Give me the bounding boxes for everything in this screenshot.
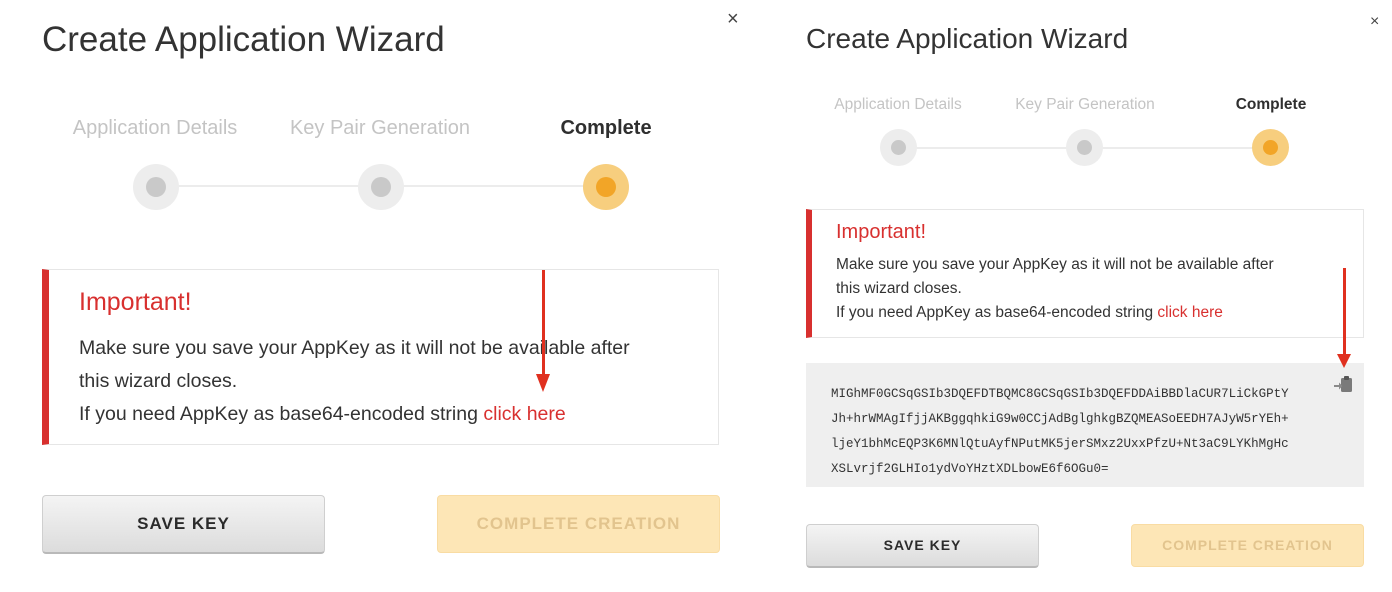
appkey-text[interactable]: MIGhMF0GCSqGSIb3DQEFDTBQMC8GCSqGSIb3DQEF… bbox=[831, 382, 1289, 482]
important-notice: Important! Make sure you save your AppKe… bbox=[806, 209, 1364, 338]
appkey-line: ljeY1bhMcEQP3K6MNlQtuAyfNPutMK5jerSMxz2U… bbox=[831, 437, 1289, 451]
step-label-complete: Complete bbox=[1235, 96, 1307, 113]
notice-line: this wizard closes. bbox=[836, 280, 962, 297]
step-label-key-pair-generation: Key Pair Generation bbox=[1015, 96, 1155, 113]
step-label-application-details: Application Details bbox=[834, 96, 962, 113]
step-label-key-pair-generation: Key Pair Generation bbox=[289, 117, 471, 139]
appkey-line: Jh+hrWMAgIfjjAKBggqhkiG9w0CCjAdBglghkgBZ… bbox=[831, 412, 1289, 426]
notice-body: Make sure you save your AppKey as it wil… bbox=[836, 253, 1274, 325]
step-indicator-1 bbox=[880, 129, 917, 166]
notice-line-text: If you need AppKey as base64-encoded str… bbox=[836, 304, 1158, 321]
notice-line: Make sure you save your AppKey as it wil… bbox=[836, 256, 1274, 273]
appkey-line: MIGhMF0GCSqGSIb3DQEFDTBQMC8GCSqGSIb3DQEF… bbox=[831, 387, 1289, 401]
complete-creation-button[interactable]: COMPLETE CREATION bbox=[1131, 524, 1364, 567]
step-indicator-3-active bbox=[1252, 129, 1289, 166]
complete-creation-button[interactable]: COMPLETE CREATION bbox=[437, 495, 720, 553]
clipboard-icon[interactable] bbox=[1333, 373, 1355, 395]
appkey-display[interactable]: MIGhMF0GCSqGSIb3DQEFDTBQMC8GCSqGSIb3DQEF… bbox=[806, 363, 1364, 487]
notice-line-text: If you need AppKey as base64-encoded str… bbox=[79, 403, 484, 425]
close-icon[interactable]: × bbox=[1370, 14, 1379, 30]
wizard-title: Create Application Wizard bbox=[806, 23, 1129, 54]
notice-line: If you need AppKey as base64-encoded str… bbox=[836, 301, 1274, 325]
step-indicator-3-active bbox=[583, 164, 629, 210]
notice-title: Important! bbox=[79, 288, 192, 316]
save-key-button[interactable]: SAVE KEY bbox=[806, 524, 1039, 568]
base64-click-here-link[interactable]: click here bbox=[483, 403, 565, 425]
step-label-complete: Complete bbox=[560, 117, 652, 139]
step-indicator-2 bbox=[358, 164, 404, 210]
notice-line: If you need AppKey as base64-encoded str… bbox=[79, 398, 630, 431]
notice-line: Make sure you save your AppKey as it wil… bbox=[79, 337, 630, 359]
notice-title: Important! bbox=[836, 221, 927, 243]
step-indicator-1 bbox=[133, 164, 179, 210]
close-icon[interactable]: × bbox=[727, 9, 739, 29]
step-label-application-details: Application Details bbox=[72, 117, 238, 139]
wizard-title: Create Application Wizard bbox=[42, 20, 445, 59]
appkey-line: XSLvrjf2GLHIo1ydVoYHztXDLbowE6f6OGu0= bbox=[831, 462, 1109, 476]
save-key-button[interactable]: SAVE KEY bbox=[42, 495, 325, 554]
important-notice: Important! Make sure you save your AppKe… bbox=[42, 269, 719, 445]
step-indicator-2 bbox=[1066, 129, 1103, 166]
base64-click-here-link[interactable]: click here bbox=[1157, 304, 1222, 321]
